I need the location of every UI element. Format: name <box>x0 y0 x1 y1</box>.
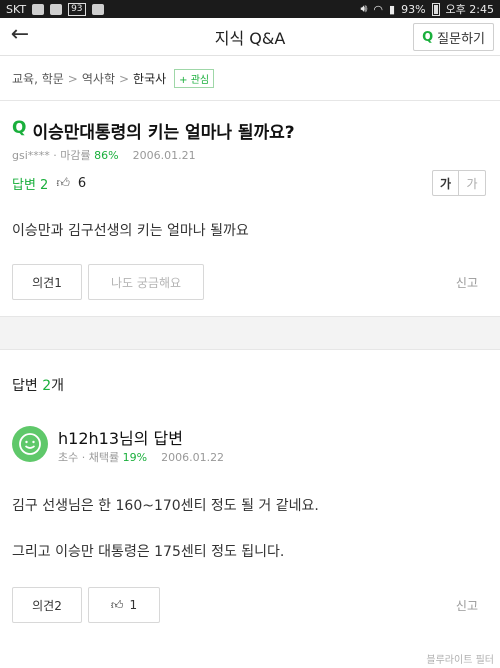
answer-body-line: 김구 선생님은 한 160~170센티 정도 될 거 같네요. <box>12 498 319 514</box>
answers-count-suffix: 개 <box>51 378 65 394</box>
question-title: Q 이승만대통령의 키는 얼마나 될까요? <box>12 118 295 143</box>
question-date: 2006.01.21 <box>132 149 196 162</box>
q-icon: Q <box>422 29 434 45</box>
add-interest-button[interactable]: + 관심 <box>174 69 215 88</box>
question-body: 이승만과 김구선생의 키는 얼마나 될까요 <box>12 223 249 239</box>
answer-body-line: 그리고 이승만 대통령은 175센티 정도 됩니다. <box>12 544 285 560</box>
shield-icon <box>50 3 63 15</box>
opinion-button[interactable]: 의견2 <box>12 587 82 623</box>
back-arrow-icon[interactable]: ← <box>6 22 34 50</box>
volume-icon: 🔊︎ <box>360 2 368 15</box>
wifi-icon: ◠ <box>373 2 384 16</box>
signal-icon: ▮ <box>389 2 396 16</box>
question-stats: 답변 2 👍︎ 6 <box>12 174 86 193</box>
filter-watermark: 블루라이트 필터 <box>426 655 494 666</box>
opinion-button[interactable]: 의견1 <box>12 264 82 300</box>
answers-section: 답변 2개 h12h13님의 답변 초수 · 채택률 19% 2006.01.2… <box>0 351 500 668</box>
likes-count: 6 <box>77 176 87 191</box>
report-link[interactable]: 신고 <box>456 597 478 614</box>
breadcrumb-item-education[interactable]: 교육, 학문 <box>12 70 64 87</box>
font-size-small-button[interactable]: 가 <box>459 171 485 195</box>
ask-question-button[interactable]: Q 질문하기 <box>413 23 494 51</box>
app-header: ← 지식 Q&A Q 질문하기 <box>0 18 500 56</box>
breadcrumb-item-korean-history[interactable]: 한국사 <box>133 70 166 87</box>
carrier-label: SKT <box>6 2 27 16</box>
report-link[interactable]: 신고 <box>456 274 478 291</box>
status-bar: SKT 93 🔊︎ ◠ ▮ 93% 오후 2:45 <box>0 0 500 18</box>
q-icon: Q <box>12 118 27 138</box>
thumbs-up-icon[interactable]: 👍︎ <box>56 176 70 191</box>
breadcrumb-separator: > <box>118 71 130 86</box>
close-rate-label: 마감률 <box>60 149 91 162</box>
notification-icon <box>32 3 45 15</box>
answers-count-number: 2 <box>42 378 52 394</box>
phone-icon <box>91 3 104 15</box>
breadcrumb: 교육, 학문 > 역사학 > 한국사 + 관심 <box>0 57 500 101</box>
me-too-curious-button[interactable]: 나도 궁금해요 <box>88 264 204 300</box>
thumbs-up-icon: 👍︎ <box>110 597 124 612</box>
ask-question-label: 질문하기 <box>437 31 485 47</box>
battery-icon <box>431 2 440 16</box>
answer-date: 2006.01.22 <box>161 451 225 464</box>
answers-count-label: 답변 2 <box>12 178 49 193</box>
font-size-large-button[interactable]: 가 <box>433 171 459 195</box>
question-title-text: 이승만대통령의 키는 얼마나 될까요? <box>32 123 295 143</box>
avatar[interactable] <box>12 426 48 462</box>
answers-count-prefix: 답변 <box>12 378 43 394</box>
smiley-icon <box>19 433 41 455</box>
answer-actions: 의견2 👍︎ 1 <box>12 587 160 623</box>
font-size-toggle: 가 가 <box>432 170 486 196</box>
question-author[interactable]: gsi**** <box>12 149 50 162</box>
question-actions: 의견1 나도 궁금해요 <box>12 264 204 300</box>
answer-likes-count: 1 <box>129 598 138 612</box>
breadcrumb-separator: > <box>67 71 78 86</box>
answer-author[interactable]: h12h13님의 답변 <box>58 425 183 449</box>
answer-rank: 초수 <box>58 451 79 464</box>
question-meta: gsi**** · 마감률 86% 2006.01.21 <box>12 149 196 162</box>
like-answer-button[interactable]: 👍︎ 1 <box>88 587 160 623</box>
adopt-rate-label: 채택률 <box>88 451 120 464</box>
question-section: Q 이승만대통령의 키는 얼마나 될까요? gsi**** · 마감률 86% … <box>0 102 500 316</box>
clock: 오후 2:45 <box>445 3 494 16</box>
close-rate: 86% <box>94 149 119 162</box>
answer-meta: 초수 · 채택률 19% 2006.01.22 <box>58 451 225 464</box>
section-divider <box>0 316 500 350</box>
adopt-rate: 19% <box>122 451 148 464</box>
badge-count: 93 <box>68 2 86 16</box>
answers-count: 답변 2개 <box>12 375 64 395</box>
battery-percent: 93% <box>401 2 426 16</box>
breadcrumb-item-history[interactable]: 역사학 <box>82 70 115 87</box>
